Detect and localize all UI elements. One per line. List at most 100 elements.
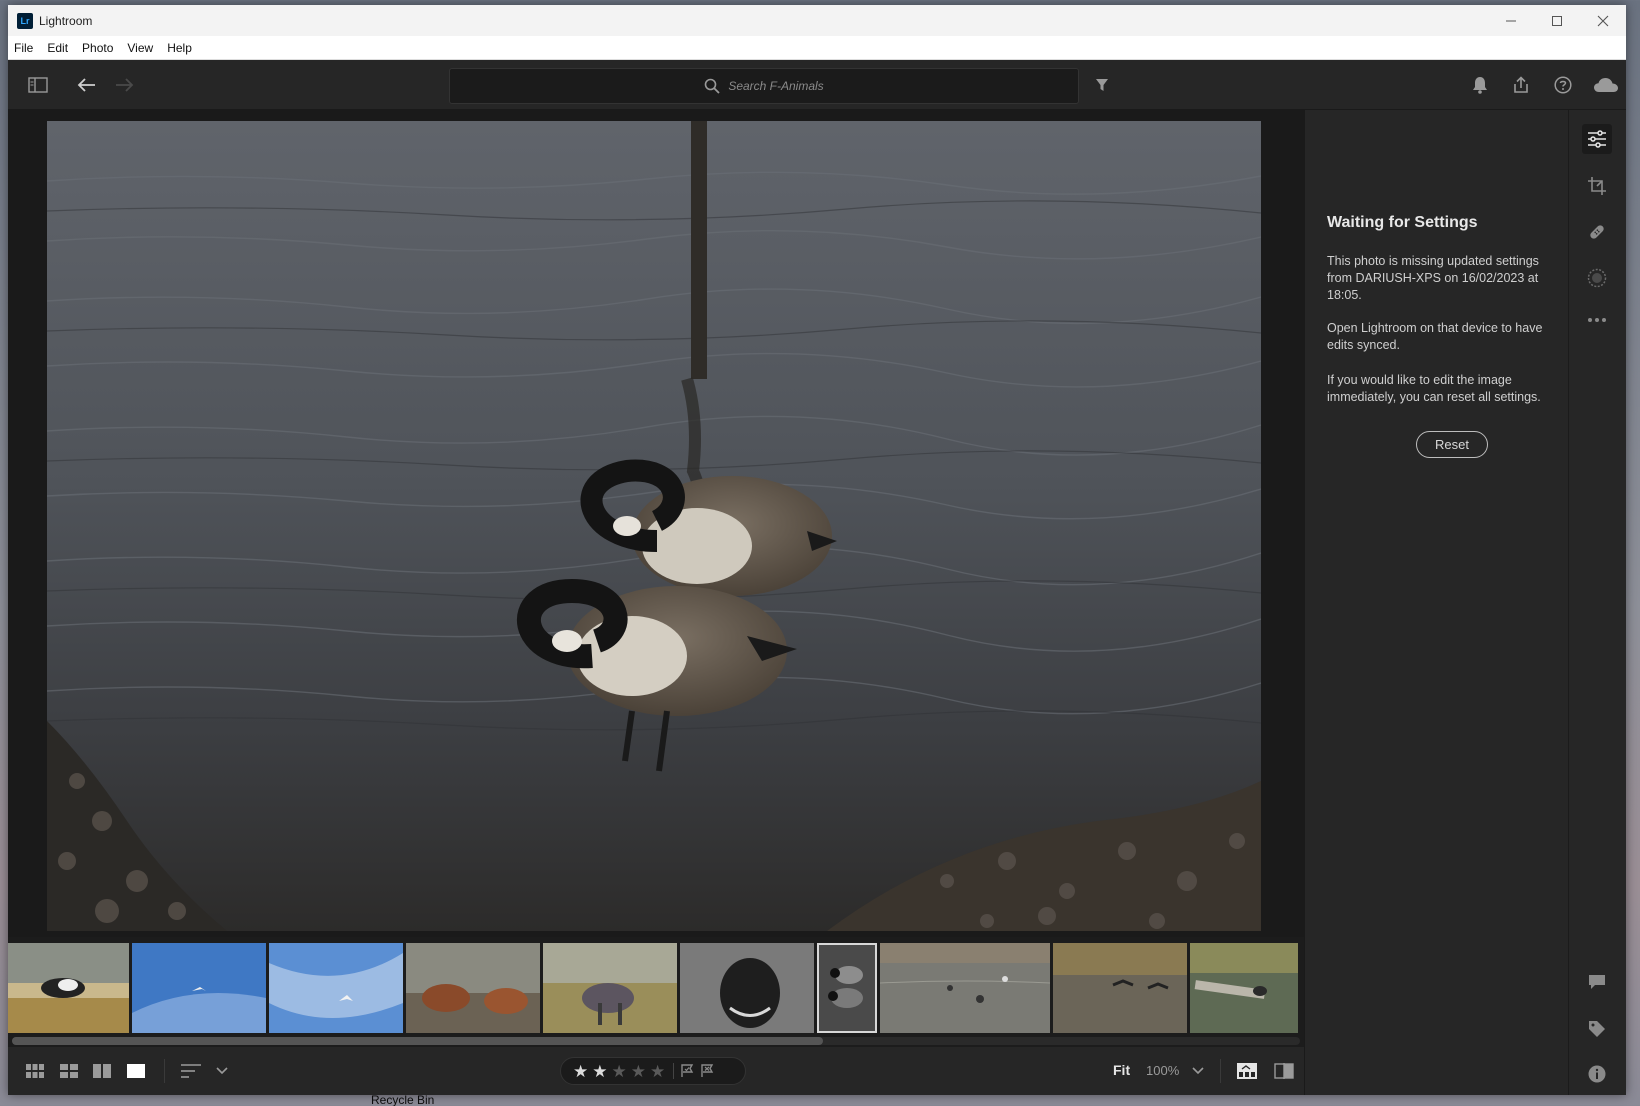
lightroom-window: Lr Lightroom File Edit Photo View Help S…: [8, 5, 1626, 1095]
window-controls: [1488, 5, 1626, 36]
chevron-down-icon: [216, 1067, 228, 1075]
photo-viewer: [8, 110, 1304, 937]
flag-pick-icon: [681, 1064, 694, 1077]
thumbnail-item[interactable]: [680, 943, 814, 1033]
thumb-pony-bw-image: [680, 943, 814, 1033]
single-view-button[interactable]: [126, 1061, 146, 1081]
grid-large-icon: [60, 1064, 78, 1078]
keywords-button[interactable]: [1582, 1014, 1612, 1044]
cloud-sync-button[interactable]: [1592, 73, 1620, 97]
masking-tool-button[interactable]: [1582, 263, 1612, 293]
search-icon: [705, 78, 720, 94]
thumbnail-item[interactable]: [269, 943, 403, 1033]
tag-icon: [1589, 1021, 1605, 1037]
geese-photo-image: [47, 121, 1261, 931]
thumb-pony-rug-image: [543, 943, 677, 1033]
notifications-button[interactable]: [1468, 73, 1492, 97]
filmstrip: [8, 937, 1304, 1047]
panel-toggle-icon: [28, 77, 48, 93]
star-4[interactable]: ★: [631, 1063, 646, 1080]
crop-tool-button[interactable]: [1582, 171, 1612, 201]
thumb-ponies-image: [406, 943, 540, 1033]
thumbnail-item[interactable]: [1190, 943, 1298, 1033]
flag-reject-button[interactable]: [700, 1064, 714, 1078]
edit-sliders-icon: [1588, 130, 1606, 148]
help-button[interactable]: [1551, 73, 1575, 97]
crop-icon: [1588, 177, 1606, 195]
sort-dropdown-button[interactable]: [215, 1061, 229, 1081]
menu-edit[interactable]: Edit: [40, 41, 75, 55]
thumbnail-item[interactable]: [406, 943, 540, 1033]
flag-pick-button[interactable]: [680, 1064, 694, 1078]
search-placeholder: Search F-Animals: [728, 79, 824, 93]
filmstrip-toggle-button[interactable]: [1236, 1061, 1258, 1081]
info-icon: [1588, 1065, 1606, 1083]
edit-panel: Waiting for Settings This photo is missi…: [1304, 110, 1568, 1095]
thumbnail-item[interactable]: [132, 943, 266, 1033]
bottombar-divider: [1220, 1059, 1221, 1083]
zoom-percent-dropdown[interactable]: 100%: [1146, 1063, 1179, 1078]
sort-button[interactable]: [180, 1061, 202, 1081]
top-toolbar: Search F-Animals: [8, 60, 1626, 110]
back-button[interactable]: [75, 73, 99, 97]
menu-file[interactable]: File: [8, 41, 40, 55]
sort-icon: [181, 1064, 201, 1078]
thumb-bird-log-image: [1190, 943, 1298, 1033]
forward-arrow-icon: [116, 78, 134, 92]
star-5[interactable]: ★: [650, 1063, 665, 1080]
more-tools-button[interactable]: [1582, 305, 1612, 335]
compare-icon: [93, 1064, 111, 1078]
thumb-seagull-sky-2-image: [269, 943, 403, 1033]
right-icon-rail: [1568, 110, 1626, 1095]
more-icon: [1588, 318, 1606, 322]
menu-bar: File Edit Photo View Help: [8, 36, 1626, 60]
rating-divider: [673, 1063, 675, 1079]
panel-title: Waiting for Settings: [1327, 214, 1478, 231]
panel-toggle-button[interactable]: [26, 73, 50, 97]
flag-reject-icon: [701, 1064, 714, 1077]
filmstrip-toggle-icon: [1237, 1063, 1257, 1079]
thumbnail-item[interactable]: [8, 943, 129, 1033]
panel-message-reset-hint: If you would like to edit the image imme…: [1327, 373, 1541, 404]
edit-tool-button[interactable]: [1582, 124, 1612, 154]
thumbnail-item[interactable]: [879, 943, 1051, 1033]
thumbnail-item-selected[interactable]: [817, 943, 877, 1033]
title-bar: Lr Lightroom: [8, 5, 1626, 36]
zoom-dropdown-button[interactable]: [1191, 1061, 1205, 1081]
maximize-button[interactable]: [1534, 5, 1580, 36]
menu-help[interactable]: Help: [160, 41, 199, 55]
star-2[interactable]: ★: [592, 1063, 607, 1080]
menu-view[interactable]: View: [120, 41, 160, 55]
healing-tool-button[interactable]: [1582, 217, 1612, 247]
single-view-icon: [127, 1064, 145, 1078]
maximize-icon: [1552, 15, 1562, 26]
grid-large-view-button[interactable]: [59, 1061, 79, 1081]
filmstrip-scrollbar[interactable]: [12, 1037, 1300, 1045]
bottom-toolbar: ★ ★ ★ ★ ★ Fit 100%: [8, 1047, 1304, 1095]
filter-icon: [1096, 79, 1108, 91]
comments-button[interactable]: [1582, 967, 1612, 997]
grid-small-view-button[interactable]: [25, 1061, 45, 1081]
star-1[interactable]: ★: [573, 1063, 588, 1080]
compare-view-button[interactable]: [92, 1061, 112, 1081]
thumbnail-item[interactable]: [543, 943, 677, 1033]
thumbnail-item[interactable]: [1053, 943, 1187, 1033]
before-after-button[interactable]: [1273, 1061, 1295, 1081]
minimize-button[interactable]: [1488, 5, 1534, 36]
help-icon: [1554, 76, 1572, 94]
main-photo[interactable]: [47, 121, 1261, 931]
filmstrip-scrollbar-thumb[interactable]: [12, 1037, 823, 1045]
zoom-fit-button[interactable]: Fit: [1113, 1062, 1130, 1078]
share-button[interactable]: [1509, 73, 1533, 97]
filmstrip-thumbnails: [8, 943, 1301, 1033]
menu-photo[interactable]: Photo: [75, 41, 120, 55]
filter-button[interactable]: [1090, 73, 1114, 97]
reset-button[interactable]: Reset: [1416, 431, 1488, 458]
close-button[interactable]: [1580, 5, 1626, 36]
grid-small-icon: [26, 1064, 44, 1078]
star-3[interactable]: ★: [612, 1063, 627, 1080]
info-button[interactable]: [1582, 1059, 1612, 1089]
search-input[interactable]: Search F-Animals: [449, 68, 1079, 104]
thumb-seagull-sky-1-image: [132, 943, 266, 1033]
forward-button[interactable]: [112, 73, 136, 97]
